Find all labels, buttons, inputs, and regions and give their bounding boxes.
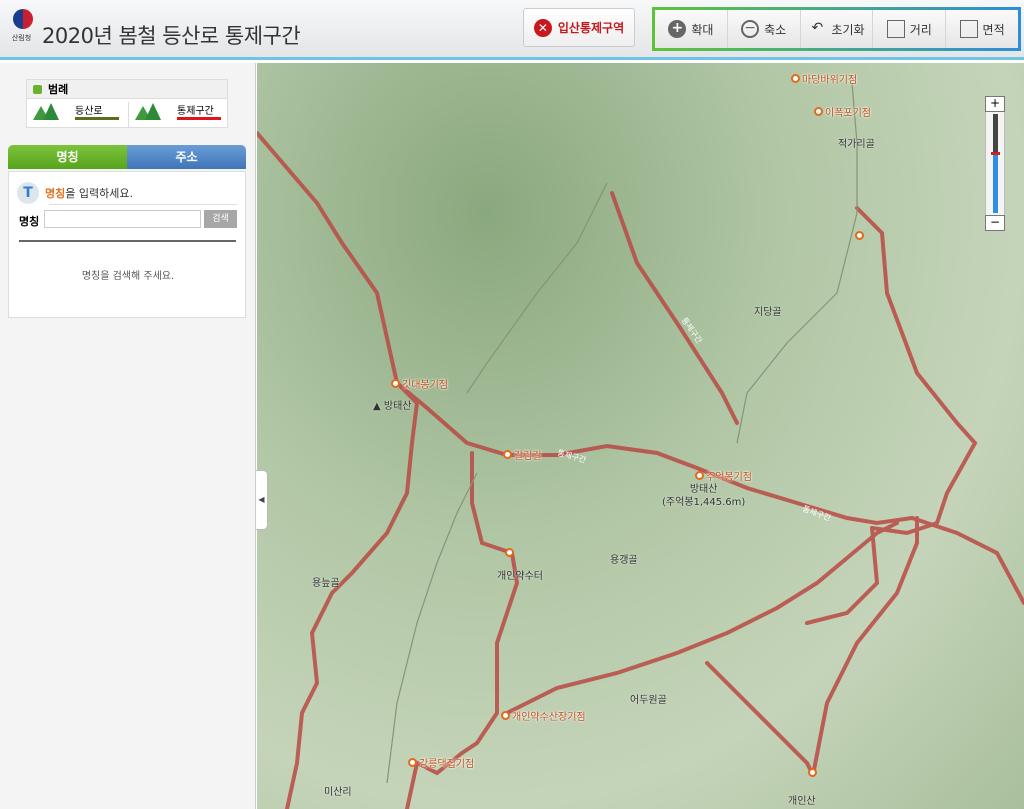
zoom-in-button[interactable]: + [985,96,1005,112]
zoom-in-button[interactable]: + 확대 [655,10,728,48]
zoom-out-button[interactable]: − [985,215,1005,231]
trailhead-icon [391,379,400,388]
trailhead-marker[interactable]: 강릉댁집기점 [408,755,474,770]
trailhead-marker[interactable] [855,231,864,240]
restricted-trail [855,206,978,536]
tab-name[interactable]: 명칭 [8,145,127,169]
restricted-trail [505,521,899,715]
empty-message: 명칭을 검색해 주세요. [81,271,175,282]
page-title: 2020년 봄철 등산로 통제구간 [42,24,301,48]
place-label: 어두원골 [630,695,667,706]
restricted-trail [610,191,739,425]
legend: 범례 등산로 통제구간 [26,79,228,128]
map-toolbar: + 확대 − 축소 ↶ 초기화 거리 면적 [652,7,1021,51]
reset-button[interactable]: ↶ 초기화 [801,10,874,48]
area-icon [959,20,978,38]
search-panel: T 명칭을 입력하세요. 명칭 검색 명칭을 검색해 주세요. [8,171,246,318]
trailhead-marker[interactable]: 깃대봉기점 [391,376,448,391]
tab-address[interactable]: 주소 [127,145,246,169]
restricted-trail [285,381,420,809]
distance-button[interactable]: 거리 [873,10,947,48]
restricted-trail [705,661,815,777]
distance-icon [886,20,905,38]
peak-label: ▲ 방태산 [373,401,412,412]
header: 산림청 2020년 봄철 등산로 통제구간 ✕ 입산통제구역 + 확대 − 축소 ↶ 초… [0,0,1024,60]
trailhead-marker[interactable]: 개인약수산장기점 [501,708,586,723]
place-label: 적가리골 [838,139,875,150]
trailhead-icon [501,711,510,720]
mountain-icon [145,103,161,120]
sidebar: 범례 등산로 통제구간 명칭 주소 T 명칭을 입력하세요. 명칭 검색 명칭을 … [0,63,256,809]
trailhead-icon [791,74,800,83]
restricted-trail [811,516,919,777]
trail [736,212,858,444]
trailhead-icon [695,471,704,480]
search-button[interactable]: 검색 [204,210,237,228]
restricted-area-button[interactable]: ✕ 입산통제구역 [523,8,635,47]
area-button[interactable]: 면적 [946,10,1018,48]
collapse-sidebar-button[interactable]: ◀ [256,470,268,530]
legend-item-restricted: 통제구간 [128,102,228,128]
spring-icon [505,548,514,557]
trailhead-icon [855,231,864,240]
name-label: 명칭 [19,215,40,228]
place-label: 지당골 [754,307,782,318]
trailhead-marker[interactable]: 마당바위기점 [791,71,857,86]
map[interactable]: 마당바위기점 이폭포기점 깃대봉기점 갈림길 주억봉기점 개인약수터 개인약수산… [257,63,1024,809]
zoom-slider-handle[interactable] [991,151,1000,155]
legend-item-trail: 등산로 [27,102,127,128]
reset-icon: ↶ [811,20,824,36]
mountain-icon [43,103,59,120]
legend-icon [33,84,42,94]
trailhead-icon [814,107,823,116]
trail [386,472,478,784]
trail [466,182,608,394]
zoom-control: + − [985,96,1005,231]
peak-label: 개인산 [788,796,816,807]
zoom-slider[interactable] [985,112,1005,215]
trailhead-icon [408,758,417,767]
forest-service-logo: 산림청 [12,9,34,45]
trailhead-marker[interactable] [808,768,817,777]
spring-marker[interactable] [505,548,514,557]
place-label: 개인약수터 [497,571,543,582]
zoom-out-button[interactable]: − 축소 [728,10,801,48]
place-label: 용갱골 [610,555,638,566]
trailhead-marker[interactable]: 주억봉기점 [695,468,752,483]
name-search-input[interactable] [44,210,201,228]
zoom-out-icon: − [741,20,760,38]
place-label: 용늪골 [312,578,340,589]
place-label: 미산리 [324,787,352,798]
close-circle-icon: ✕ [533,18,552,37]
trailhead-marker[interactable]: 이폭포기점 [814,104,871,119]
restricted-trail [910,516,1024,605]
peak-label: 방태산 (주억봉1,445.6m) [662,484,746,508]
zoom-in-icon: + [668,20,687,38]
trailhead-icon [808,768,817,777]
trailhead-marker[interactable]: 갈림길 [503,447,542,462]
trailhead-icon [503,450,512,459]
info-icon: T [17,182,39,204]
